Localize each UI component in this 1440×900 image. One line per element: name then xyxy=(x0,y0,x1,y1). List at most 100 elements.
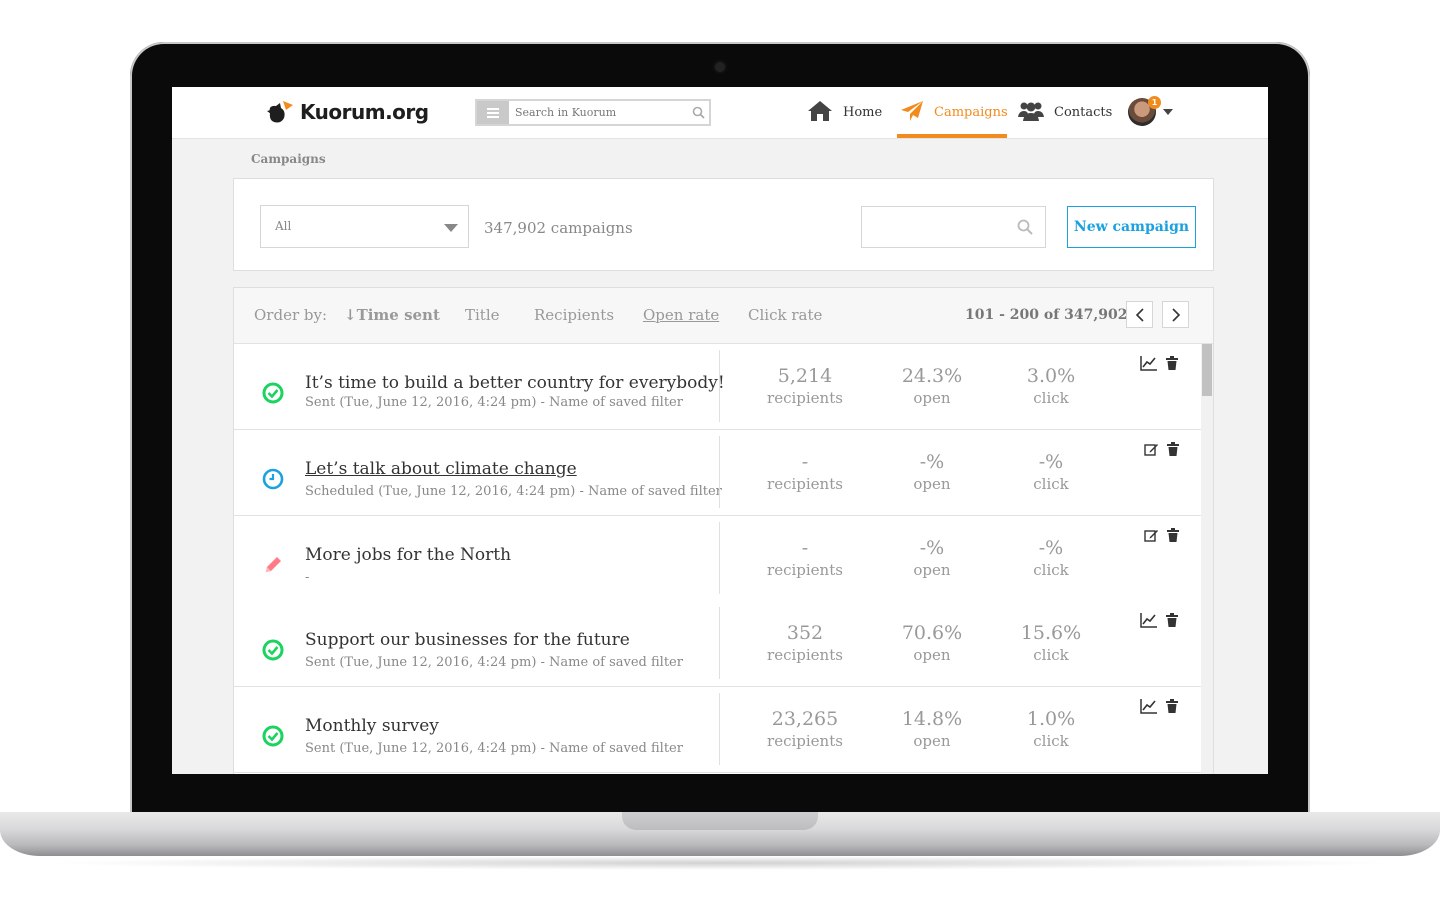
row-actions xyxy=(1144,441,1179,460)
campaign-row[interactable]: It’s time to build a better country for … xyxy=(234,344,1201,430)
kuorum-logo-icon xyxy=(266,99,298,125)
stats-icon[interactable] xyxy=(1140,612,1158,632)
laptop-notch xyxy=(622,812,818,830)
recipients-label: recipients xyxy=(767,389,843,407)
recipients-metric: 5,214 recipients xyxy=(750,364,860,408)
logo[interactable]: Kuorum.org xyxy=(266,97,429,127)
campaign-title[interactable]: Support our businesses for the future xyxy=(305,630,630,650)
recipients-label: recipients xyxy=(767,732,843,750)
open-label: open xyxy=(913,732,951,750)
trash-icon[interactable] xyxy=(1167,441,1179,460)
click-label: click xyxy=(1033,732,1069,750)
click-value: 3.0% xyxy=(1026,365,1076,387)
campaign-row[interactable]: Monthly survey Sent (Tue, June 12, 2016,… xyxy=(234,687,1201,773)
sent-check-icon xyxy=(262,639,284,661)
notification-badge[interactable]: 1 xyxy=(1148,96,1161,109)
pagination-text: 101 - 200 of 347,902 xyxy=(965,307,1128,323)
chevron-down-icon[interactable] xyxy=(1163,109,1173,115)
trash-icon[interactable] xyxy=(1166,355,1178,375)
campaign-title[interactable]: More jobs for the North xyxy=(305,545,511,565)
order-recipients[interactable]: Recipients xyxy=(534,306,614,324)
stats-icon[interactable] xyxy=(1140,355,1158,375)
menu-icon[interactable] xyxy=(477,101,509,124)
breadcrumb: Campaigns xyxy=(251,152,326,166)
row-divider xyxy=(719,436,720,508)
campaign-subtitle: Sent (Tue, June 12, 2016, 4:24 pm) - Nam… xyxy=(305,395,683,410)
order-by-label: Order by: xyxy=(254,306,328,324)
order-title[interactable]: Title xyxy=(465,306,500,324)
sent-check-icon xyxy=(262,725,284,747)
row-actions xyxy=(1140,698,1178,718)
search-icon[interactable] xyxy=(1017,219,1033,239)
open-value: 70.6% xyxy=(901,622,963,644)
click-value: 15.6% xyxy=(1020,622,1082,644)
home-icon xyxy=(807,100,833,126)
campaign-title[interactable]: Let’s talk about climate change xyxy=(305,459,577,479)
nav-home[interactable]: Home xyxy=(807,87,882,138)
edit-icon[interactable] xyxy=(1144,441,1159,460)
new-campaign-button[interactable]: New campaign xyxy=(1067,206,1196,248)
click-metric: 3.0% click xyxy=(996,364,1106,408)
click-label: click xyxy=(1033,475,1069,493)
trash-icon[interactable] xyxy=(1166,612,1178,632)
open-value: 14.8% xyxy=(901,708,963,730)
recipients-metric: 352 recipients xyxy=(750,621,860,665)
open-label: open xyxy=(913,389,951,407)
row-divider xyxy=(719,350,720,422)
search-icon[interactable] xyxy=(687,101,709,124)
click-metric: 15.6% click xyxy=(996,621,1106,665)
scrollbar-thumb[interactable] xyxy=(1202,344,1212,396)
caret-down-icon xyxy=(444,224,458,232)
open-metric: 24.3% open xyxy=(877,364,987,408)
campaign-row[interactable]: Support our businesses for the future Se… xyxy=(234,601,1201,687)
global-search-input[interactable]: Search in Kuorum xyxy=(509,101,687,124)
previous-page-button[interactable] xyxy=(1126,301,1153,328)
open-label: open xyxy=(913,561,951,579)
campaign-title[interactable]: Monthly survey xyxy=(305,716,439,736)
trash-icon[interactable] xyxy=(1167,527,1179,546)
scrollbar-track[interactable] xyxy=(1201,344,1213,774)
nav-contacts-label: Contacts xyxy=(1054,105,1113,120)
recipients-value: 352 xyxy=(786,622,824,644)
recipients-label: recipients xyxy=(767,646,843,664)
row-divider xyxy=(719,522,720,594)
row-actions xyxy=(1140,355,1178,375)
recipients-label: recipients xyxy=(767,475,843,493)
scheduled-clock-icon xyxy=(262,468,284,490)
click-metric: -% click xyxy=(996,450,1106,494)
nav-contacts[interactable]: Contacts xyxy=(1018,87,1112,138)
recipients-value: - xyxy=(801,451,809,473)
draft-pencil-icon xyxy=(262,554,284,576)
recipients-metric: - recipients xyxy=(750,536,860,580)
click-value: 1.0% xyxy=(1026,708,1076,730)
open-value: 24.3% xyxy=(901,365,963,387)
recipients-metric: 23,265 recipients xyxy=(750,707,860,751)
recipients-metric: - recipients xyxy=(750,450,860,494)
campaign-row[interactable]: Let’s talk about climate change Schedule… xyxy=(234,430,1201,516)
campaign-search-input[interactable] xyxy=(861,206,1046,248)
campaign-row[interactable]: More jobs for the North - - recipients -%… xyxy=(234,516,1201,602)
nav-campaigns-label: Campaigns xyxy=(934,105,1008,120)
top-navigation-bar: Kuorum.org Search in Kuorum Home Campaig… xyxy=(172,87,1268,139)
stats-icon[interactable] xyxy=(1140,698,1158,718)
global-search[interactable]: Search in Kuorum xyxy=(475,99,711,126)
campaign-subtitle: - xyxy=(305,570,310,585)
campaign-title[interactable]: It’s time to build a better country for … xyxy=(305,373,725,393)
order-open-rate[interactable]: Open rate xyxy=(643,306,719,324)
nav-campaigns[interactable]: Campaigns xyxy=(900,87,1008,138)
trash-icon[interactable] xyxy=(1166,698,1178,718)
open-label: open xyxy=(913,646,951,664)
next-page-button[interactable] xyxy=(1162,301,1189,328)
open-value: -% xyxy=(919,451,945,473)
click-value: -% xyxy=(1038,451,1064,473)
chevron-right-icon xyxy=(1171,307,1180,322)
open-label: open xyxy=(913,475,951,493)
order-time-sent[interactable]: ↓Time sent xyxy=(344,306,440,324)
status-filter-select[interactable]: All xyxy=(260,205,469,248)
order-click-rate[interactable]: Click rate xyxy=(748,306,822,324)
recipients-label: recipients xyxy=(767,561,843,579)
screen: Kuorum.org Search in Kuorum Home Campaig… xyxy=(172,87,1268,774)
users-icon xyxy=(1018,101,1044,125)
edit-icon[interactable] xyxy=(1144,527,1159,546)
click-label: click xyxy=(1033,646,1069,664)
